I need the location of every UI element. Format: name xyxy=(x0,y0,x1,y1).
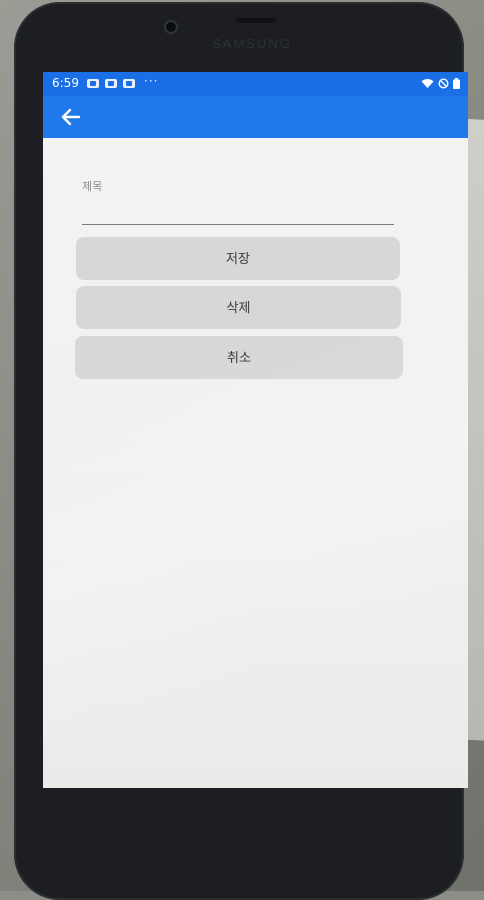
status-icons xyxy=(421,76,460,90)
front-camera xyxy=(166,22,176,32)
cancel-button[interactable]: 취소 xyxy=(75,336,403,379)
do-not-disturb-icon xyxy=(438,77,449,89)
earpiece xyxy=(236,18,276,23)
more-notifications-icon: ··· xyxy=(144,74,159,88)
app-bar xyxy=(43,96,468,138)
brand-logo: SAMSUNG xyxy=(212,36,292,51)
arrow-left-icon xyxy=(61,108,81,126)
delete-button[interactable]: 삭제 xyxy=(76,286,401,329)
wifi-icon xyxy=(421,78,434,88)
screen: 6:59 ··· 제목 저장 삭제 취소 xyxy=(43,72,468,788)
battery-icon xyxy=(453,77,460,89)
status-bar: 6:59 ··· xyxy=(43,72,468,96)
back-button[interactable] xyxy=(59,106,83,128)
form-content: 제목 저장 삭제 취소 xyxy=(43,138,468,788)
title-label: 제목 xyxy=(82,180,103,193)
notification-icon xyxy=(87,79,99,88)
status-time: 6:59 xyxy=(52,76,79,90)
notification-icon xyxy=(123,79,135,88)
notification-icon xyxy=(105,79,117,88)
title-input[interactable] xyxy=(82,200,394,225)
save-button[interactable]: 저장 xyxy=(76,237,400,280)
